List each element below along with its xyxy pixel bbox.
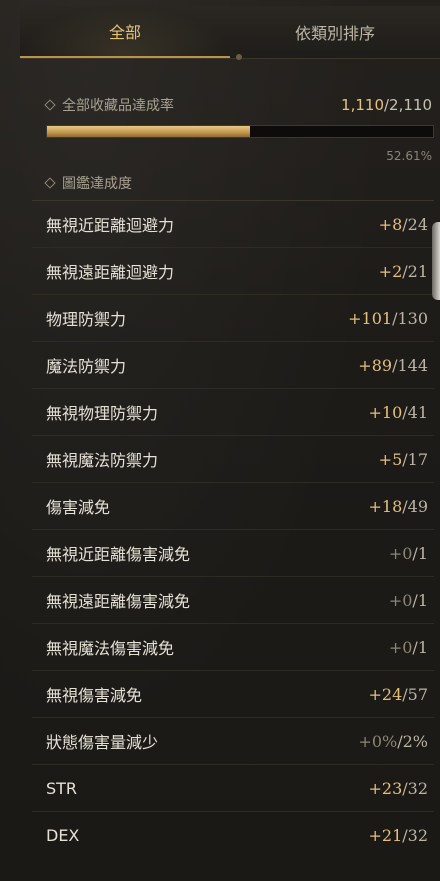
stat-name: DEX (46, 825, 80, 845)
stat-bonus: +89 (358, 355, 393, 375)
collection-summary: 全部收藏品達成率 1,110/2,110 (44, 94, 432, 116)
stat-max: /24 (402, 214, 428, 234)
list-item[interactable]: 狀態傷害量減少 +0%/2% (32, 717, 434, 764)
stat-value: +0/1 (389, 544, 428, 563)
summary-count: 1,110/2,110 (341, 96, 432, 114)
list-item[interactable]: 無視近距離傷害減免 +0/1 (32, 529, 434, 576)
stat-name: 無視傷害減免 (46, 686, 143, 705)
stat-max: /21 (402, 261, 428, 281)
diamond-icon (44, 177, 56, 189)
stat-max: /57 (402, 684, 428, 704)
stat-value: +24/57 (368, 685, 428, 704)
stat-bonus: +8 (378, 214, 403, 234)
progress-fill (47, 126, 251, 137)
stat-bonus: +21 (368, 825, 403, 845)
stat-name: 無視遠距離迴避力 (46, 263, 175, 282)
stat-max: /130 (392, 308, 428, 328)
collection-progress-bar (46, 125, 434, 138)
list-item[interactable]: 傷害減免 +18/49 (32, 482, 434, 529)
section-title-wrap: 圖鑑達成度 (44, 173, 132, 193)
stat-bonus: +0% (358, 731, 398, 751)
stat-name: 無視近距離傷害減免 (46, 545, 191, 564)
stat-bonus: +5 (378, 449, 403, 469)
stat-max: /32 (402, 825, 428, 845)
stat-bonus: +2 (378, 261, 403, 281)
stat-value: +0%/2% (358, 732, 428, 751)
stat-name: 無視物理防禦力 (46, 404, 159, 423)
stat-max: /17 (402, 449, 428, 469)
stat-name: 狀態傷害量減少 (46, 733, 159, 752)
stat-value: +0/1 (389, 591, 428, 610)
stat-name: 傷害減免 (46, 498, 111, 517)
stat-bonus: +0 (388, 590, 413, 610)
tab-all[interactable]: 全部 (20, 6, 230, 58)
summary-total: /2,110 (384, 96, 432, 114)
list-item[interactable]: 無視遠距離傷害減免 +0/1 (32, 576, 434, 623)
stat-bonus: +101 (348, 308, 393, 328)
list-item[interactable]: 無視魔法防禦力 +5/17 (32, 435, 434, 482)
section-title: 圖鑑達成度 (62, 176, 132, 192)
summary-current: 1,110 (341, 96, 384, 114)
diamond-icon (44, 99, 56, 111)
stat-max: /32 (402, 778, 428, 798)
stat-list: 無視近距離迴避力 +8/24 無視遠距離迴避力 +2/21 物理防禦力 +101/130 魔… (32, 200, 434, 858)
collection-screen: 全部 依類別排序 全部收藏品達成率 1,110/2,110 52.61% 圖鑑達… (0, 0, 440, 881)
stat-bonus: +24 (368, 684, 403, 704)
list-item[interactable]: 無視傷害減免 +24/57 (32, 670, 434, 717)
stat-max: /1 (412, 590, 428, 610)
stat-name: 無視魔法防禦力 (46, 451, 159, 470)
stat-max: /2% (397, 731, 428, 751)
stat-bonus: +23 (368, 778, 403, 798)
stat-max: /1 (412, 543, 428, 563)
list-item[interactable]: 魔法防禦力 +89/144 (32, 341, 434, 388)
stat-value: +10/41 (368, 403, 428, 422)
stat-name: 魔法防禦力 (46, 357, 127, 376)
stat-max: /1 (412, 637, 428, 657)
stat-name: 無視遠距離傷害減免 (46, 592, 191, 611)
stat-value: +18/49 (368, 497, 428, 516)
list-item[interactable]: STR +23/32 (32, 764, 434, 811)
tab-bar: 全部 依類別排序 (20, 6, 440, 59)
stat-max: /144 (392, 355, 428, 375)
progress-percent: 52.61% (386, 149, 432, 163)
list-item[interactable]: 物理防禦力 +101/130 (32, 294, 434, 341)
stat-name: STR (46, 778, 78, 798)
summary-label-wrap: 全部收藏品達成率 (44, 95, 174, 115)
summary-label: 全部收藏品達成率 (62, 98, 174, 114)
stat-bonus: +18 (368, 496, 403, 516)
list-item[interactable]: 無視遠距離迴避力 +2/21 (32, 247, 434, 294)
tab-divider-ornament (236, 54, 242, 60)
stat-value: +23/32 (368, 779, 428, 798)
stat-value: +0/1 (389, 638, 428, 657)
stat-max: /49 (402, 496, 428, 516)
stat-bonus: +0 (388, 543, 413, 563)
stat-bonus: +10 (368, 402, 403, 422)
stat-value: +5/17 (379, 450, 428, 469)
stat-name: 無視魔法傷害減免 (46, 639, 175, 658)
list-item[interactable]: 無視物理防禦力 +10/41 (32, 388, 434, 435)
tab-sort-by-category[interactable]: 依類別排序 (230, 6, 440, 58)
stat-max: /41 (402, 402, 428, 422)
stat-name: 無視近距離迴避力 (46, 216, 175, 235)
stat-value: +89/144 (358, 356, 428, 375)
list-item[interactable]: DEX +21/32 (32, 811, 434, 858)
list-item[interactable]: 無視近距離迴避力 +8/24 (32, 200, 434, 247)
side-drawer-handle[interactable] (432, 222, 440, 300)
stat-name: 物理防禦力 (46, 310, 127, 329)
stat-value: +101/130 (348, 309, 428, 328)
stat-value: +21/32 (368, 826, 428, 845)
stat-bonus: +0 (388, 637, 413, 657)
stat-value: +8/24 (379, 215, 428, 234)
list-item[interactable]: 無視魔法傷害減免 +0/1 (32, 623, 434, 670)
stat-value: +2/21 (379, 262, 428, 281)
